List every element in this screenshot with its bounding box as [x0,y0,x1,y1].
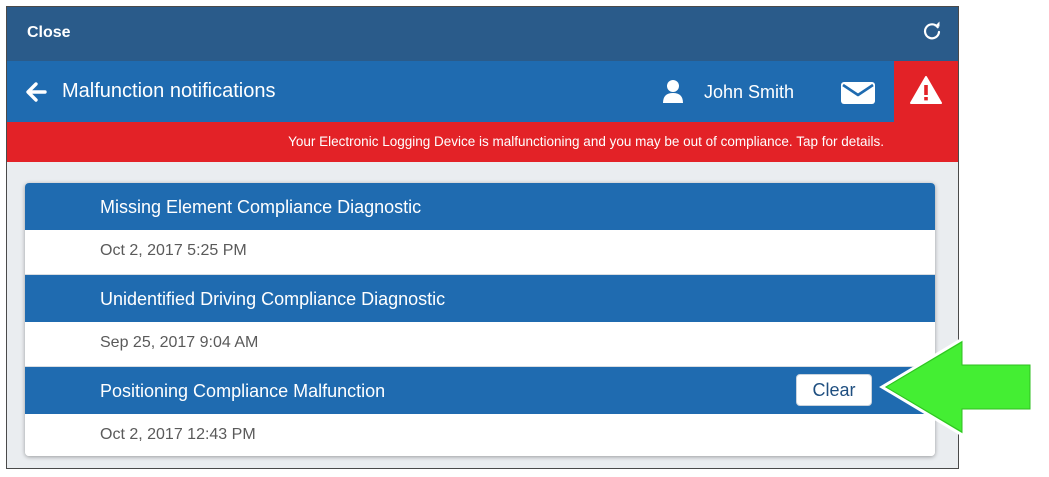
page-title: Malfunction notifications [62,80,276,102]
user-icon [663,80,683,103]
app-window: Close Malfunction notifications John Smi… [6,6,959,469]
list-item-header[interactable]: Missing Element Compliance Diagnostic [25,183,935,230]
notification-date: Oct 2, 2017 12:43 PM [100,426,256,443]
notification-date: Sep 25, 2017 9:04 AM [100,334,259,351]
list-item-header[interactable]: Positioning Compliance Malfunction Clear [25,367,935,414]
nav-bar: Malfunction notifications John Smith [7,61,958,122]
notification-name: Unidentified Driving Compliance Diagnost… [100,289,446,309]
malfunction-banner[interactable]: Your Electronic Logging Device is malfun… [7,122,958,162]
close-button[interactable]: Close [27,24,71,42]
notification-name: Positioning Compliance Malfunction [100,381,386,401]
list-item-detail: Sep 25, 2017 9:04 AM [25,322,935,367]
warning-icon [910,76,942,104]
user-name: John Smith [704,82,795,102]
list-item-header[interactable]: Unidentified Driving Compliance Diagnost… [25,275,935,322]
list-item-detail: Oct 2, 2017 12:43 PM [25,414,935,456]
refresh-icon[interactable] [920,19,944,43]
malfunction-alert-button[interactable] [894,61,958,122]
notification-date: Oct 2, 2017 5:25 PM [100,242,247,259]
notification-name: Missing Element Compliance Diagnostic [100,197,422,217]
clear-button[interactable]: Clear [796,374,872,406]
list-item-detail: Oct 2, 2017 5:25 PM [25,230,935,275]
banner-text: Your Electronic Logging Device is malfun… [288,134,884,149]
callout-arrow-icon [879,337,1034,437]
back-arrow-icon[interactable] [23,79,49,105]
notification-list: Missing Element Compliance Diagnostic Oc… [25,183,935,456]
top-bar: Close [7,7,958,61]
mail-icon[interactable] [841,82,875,104]
